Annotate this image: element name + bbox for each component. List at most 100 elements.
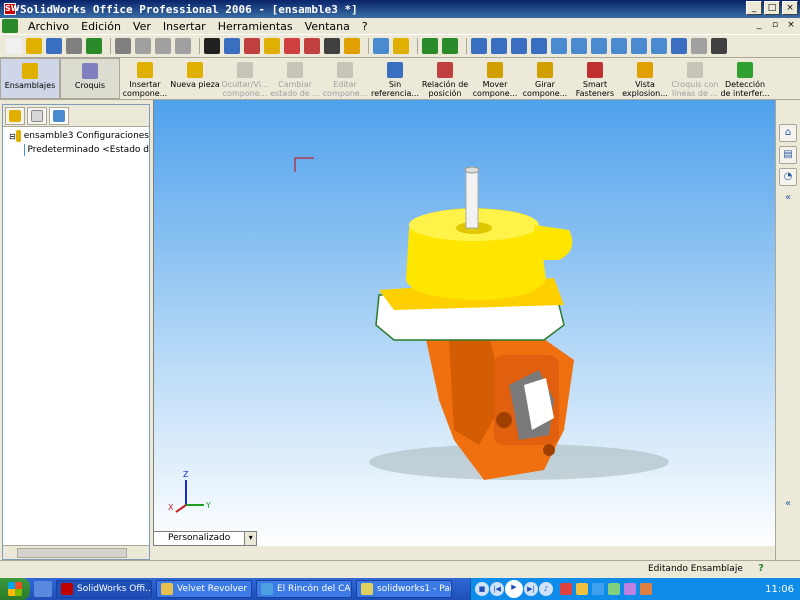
graphics-viewport[interactable]: Z Y X	[153, 100, 775, 546]
toolbar-button-icon-6[interactable]	[135, 38, 151, 54]
command-button-9[interactable]: Smart Fasteners	[570, 58, 620, 99]
toolbar-button-icon-15[interactable]	[324, 38, 340, 54]
scrollbar-thumb[interactable]	[17, 548, 127, 558]
solidworks-app-icon[interactable]: SW	[4, 3, 20, 15]
media-prev-icon[interactable]: |◀	[490, 582, 504, 596]
tree-row[interactable]: ⊟ ensamble3 Configuraciones	[3, 129, 149, 143]
command-tab-0[interactable]: Ensamblajes	[0, 58, 60, 99]
command-button-0[interactable]: Insertar compone...	[120, 58, 170, 99]
command-button-7[interactable]: Mover compone...	[470, 58, 520, 99]
expand-collapse-icon[interactable]: ⊟	[9, 132, 16, 141]
toolbar-button-icon-17[interactable]	[373, 38, 389, 54]
command-button-12[interactable]: Detección de interfer...	[720, 58, 770, 99]
menu-item-5[interactable]: Ventana	[299, 20, 356, 33]
command-button-1[interactable]: Nueva pieza	[170, 58, 220, 99]
view-tab-personalizado[interactable]: Personalizado	[153, 531, 246, 546]
toolbar-button-icon-18[interactable]	[393, 38, 409, 54]
toolbar-button-icon-12[interactable]	[264, 38, 280, 54]
toolbar-button-icon-21[interactable]	[471, 38, 487, 54]
toolbar-button-icon-3[interactable]	[66, 38, 82, 54]
toolbar-button-icon-2[interactable]	[46, 38, 62, 54]
command-button-3[interactable]: Cambiar estado de ...	[270, 58, 320, 99]
expand-pane-icon[interactable]: «	[779, 190, 797, 208]
menu-item-0[interactable]: Archivo	[22, 20, 75, 33]
command-button-5[interactable]: Sin referencia...	[370, 58, 420, 99]
toolbar-button-icon-10[interactable]	[224, 38, 240, 54]
design-library-icon[interactable]: ▤	[779, 146, 797, 164]
menu-item-2[interactable]: Ver	[127, 20, 157, 33]
command-tab-1[interactable]: Croquis	[60, 58, 120, 99]
doc-restore-button[interactable]: ▫	[768, 19, 782, 32]
command-button-2[interactable]: Ocultar/Vi... compone...	[220, 58, 270, 99]
doc-minimize-button[interactable]: _	[752, 19, 766, 32]
taskbar-button-2[interactable]: El Rincón del CA...	[256, 580, 352, 598]
collapse-pane-icon[interactable]: «	[779, 496, 797, 514]
menu-item-4[interactable]: Herramientas	[212, 20, 299, 33]
toolbar-button-icon-5[interactable]	[115, 38, 131, 54]
toolbar-button-icon-20[interactable]	[442, 38, 458, 54]
toolbar-button-icon-23[interactable]	[511, 38, 527, 54]
tab-configuration-manager[interactable]	[49, 106, 69, 125]
tray-icon-3[interactable]	[592, 583, 604, 595]
file-explorer-icon[interactable]: ◔	[779, 168, 797, 186]
toolbar-button-icon-19[interactable]	[422, 38, 438, 54]
menu-item-3[interactable]: Insertar	[157, 20, 212, 33]
command-icon-4	[337, 62, 353, 78]
quick-launch-icon[interactable]	[34, 581, 52, 597]
taskbar-button-0[interactable]: SolidWorks Offi...	[56, 580, 152, 598]
doc-close-button[interactable]: ×	[784, 19, 798, 32]
menu-item-1[interactable]: Edición	[75, 20, 127, 33]
media-volume-icon[interactable]: ♪	[539, 582, 553, 596]
toolbar-button-icon-30[interactable]	[651, 38, 667, 54]
tree-row[interactable]: Predeterminado <Estado d	[3, 143, 149, 157]
toolbar-button-icon-9[interactable]	[204, 38, 220, 54]
tray-icon-4[interactable]	[608, 583, 620, 595]
toolbar-button-icon-25[interactable]	[551, 38, 567, 54]
tray-icon-1[interactable]	[560, 583, 572, 595]
media-play-icon[interactable]: ▶	[505, 580, 523, 598]
solidworks-resources-icon[interactable]: ⌂	[779, 124, 797, 142]
tray-icon-5[interactable]	[624, 583, 636, 595]
menu-item-6[interactable]: ?	[356, 20, 374, 33]
help-button[interactable]: ?	[754, 563, 768, 577]
tray-icon-6[interactable]	[640, 583, 652, 595]
toolbar-button-icon-4[interactable]	[86, 38, 102, 54]
close-button[interactable]: ×	[782, 1, 798, 15]
toolbar-button-icon-11[interactable]	[244, 38, 260, 54]
command-button-11[interactable]: Croquis con líneas de ...	[670, 58, 720, 99]
toolbar-button-icon-22[interactable]	[491, 38, 507, 54]
command-button-8[interactable]: Girar compone...	[520, 58, 570, 99]
maximize-button[interactable]: □	[764, 1, 780, 15]
media-stop-icon[interactable]: ■	[475, 582, 489, 596]
tab-property-manager[interactable]	[27, 106, 47, 125]
document-icon[interactable]	[2, 19, 18, 33]
toolbar-button-icon-31[interactable]	[671, 38, 687, 54]
taskbar-button-1[interactable]: Velvet Revolver	[156, 580, 252, 598]
toolbar-button-icon-26[interactable]	[571, 38, 587, 54]
toolbar-button-icon-16[interactable]	[344, 38, 360, 54]
media-next-icon[interactable]: ▶|	[524, 582, 538, 596]
minimize-button[interactable]: _	[746, 1, 762, 15]
toolbar-button-icon-7[interactable]	[155, 38, 171, 54]
toolbar-button-icon-32[interactable]	[691, 38, 707, 54]
command-button-4[interactable]: Editar compone...	[320, 58, 370, 99]
toolbar-button-icon-8[interactable]	[175, 38, 191, 54]
tab-feature-tree[interactable]	[5, 106, 25, 125]
start-button[interactable]	[0, 578, 30, 600]
toolbar-button-icon-28[interactable]	[611, 38, 627, 54]
toolbar-button-icon-29[interactable]	[631, 38, 647, 54]
toolbar-button-icon-33[interactable]	[711, 38, 727, 54]
feature-tree-hscrollbar[interactable]	[3, 545, 149, 559]
command-button-10[interactable]: Vista explosion...	[620, 58, 670, 99]
toolbar-button-icon-27[interactable]	[591, 38, 607, 54]
tray-icon-2[interactable]	[576, 583, 588, 595]
toolbar-button-icon-24[interactable]	[531, 38, 547, 54]
view-tab-dropdown[interactable]: ▾	[245, 531, 258, 546]
toolbar-button-icon-0[interactable]	[6, 38, 22, 54]
toolbar-button-icon-13[interactable]	[284, 38, 300, 54]
toolbar-button-icon-14[interactable]	[304, 38, 320, 54]
command-button-6[interactable]: Relación de posición	[420, 58, 470, 99]
taskbar-clock[interactable]: 11:06	[765, 584, 794, 595]
toolbar-button-icon-1[interactable]	[26, 38, 42, 54]
taskbar-button-3[interactable]: solidworks1 - Paint	[356, 580, 452, 598]
